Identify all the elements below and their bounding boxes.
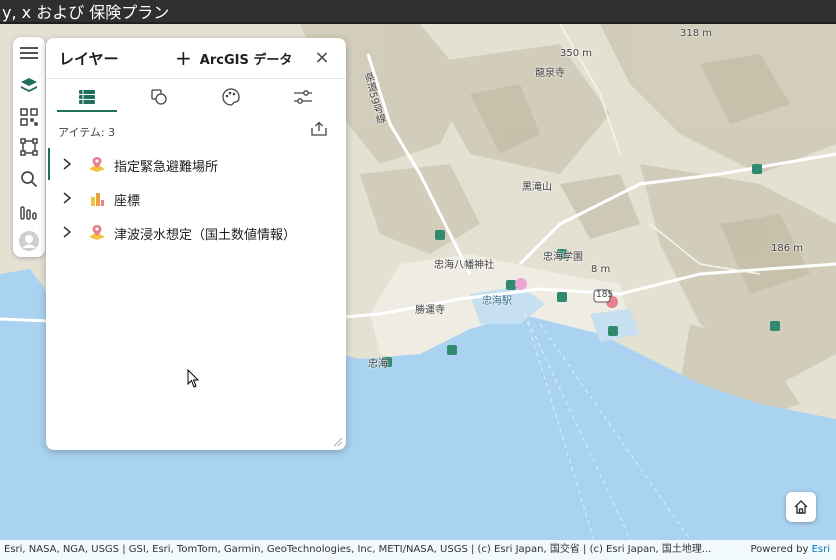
add-arcgis-data-button[interactable]: + ArcGIS データ xyxy=(175,46,292,70)
export-icon[interactable] xyxy=(310,121,328,139)
map-label-elev-186: 186 m xyxy=(771,243,804,254)
map-label-town: 忠海 xyxy=(368,359,388,370)
chart-layer-icon xyxy=(91,193,104,206)
layer-label: 津波浸水想定（国土数値情報） xyxy=(114,228,297,243)
palette-icon xyxy=(222,88,240,106)
hamburger-menu-icon[interactable] xyxy=(17,41,41,65)
point-layer-icon xyxy=(89,157,105,172)
powered-by-prefix: Powered by xyxy=(750,544,812,555)
mouse-cursor-icon xyxy=(187,369,200,388)
map-label-elev-318: 318 m xyxy=(680,28,713,39)
map-label-mt-kurotaki: 黒滝山 xyxy=(522,182,552,193)
layers-icon[interactable] xyxy=(17,73,41,97)
window-title-bar: y, x および 保険プラン xyxy=(0,0,836,24)
active-tab-indicator xyxy=(57,110,117,112)
tab-settings[interactable] xyxy=(273,82,333,112)
search-icon[interactable] xyxy=(17,167,41,191)
qr-code-icon[interactable] xyxy=(17,105,41,129)
tab-style[interactable] xyxy=(201,82,261,112)
point-layer-icon xyxy=(89,225,105,240)
map-label-elev-350: 350 m xyxy=(560,48,593,59)
chart-icon[interactable] xyxy=(17,199,41,223)
items-count: アイテム: 3 xyxy=(58,126,116,139)
attribution-text[interactable]: Esri, NASA, NGA, USGS | GSI, Esri, TomTo… xyxy=(4,540,724,560)
resize-handle[interactable] xyxy=(333,437,343,447)
layer-item-shelters[interactable]: 指定緊急避難場所 xyxy=(46,148,346,180)
map-attribution: Esri, NASA, NGA, USGS | GSI, Esri, TomTo… xyxy=(0,540,836,560)
table-list-icon xyxy=(79,90,95,104)
map-label-station: 忠海駅 xyxy=(482,296,512,307)
map-label-temple-ryusen: 龍泉寺 xyxy=(535,68,565,79)
map-label-shrine: 忠海八幡神社 xyxy=(434,260,494,271)
map-label-school: 忠海学園 xyxy=(543,252,583,263)
shapes-icon xyxy=(151,89,167,105)
panel-title: レイヤー xyxy=(59,50,119,68)
user-avatar-icon[interactable] xyxy=(17,229,41,253)
close-icon[interactable]: × xyxy=(312,48,332,68)
map-label-route-185: 185 xyxy=(596,290,614,300)
home-icon xyxy=(794,500,808,514)
header-divider xyxy=(46,78,346,79)
home-button[interactable] xyxy=(786,492,816,522)
window-title: y, x および 保険プラン xyxy=(2,3,170,22)
add-data-label: ArcGIS データ xyxy=(199,52,293,68)
powered-by: Powered by Esri xyxy=(750,540,830,560)
layer-item-coordinates[interactable]: 座標 xyxy=(46,182,346,214)
tab-layer-list[interactable] xyxy=(57,82,117,112)
select-area-icon[interactable] xyxy=(17,135,41,159)
sliders-icon xyxy=(294,90,312,104)
chevron-right-icon[interactable] xyxy=(61,157,73,171)
map-label-temple-shoun: 勝運寺 xyxy=(415,305,445,316)
plus-icon: + xyxy=(175,46,192,70)
left-toolbar xyxy=(13,37,45,257)
tab-basemap[interactable] xyxy=(129,82,189,112)
panel-header: レイヤー + ArcGIS データ × xyxy=(46,38,346,78)
esri-link[interactable]: Esri xyxy=(812,544,830,555)
layer-label: 座標 xyxy=(114,194,141,209)
chevron-right-icon[interactable] xyxy=(61,225,73,239)
chevron-right-icon[interactable] xyxy=(61,191,73,205)
layer-item-tsunami[interactable]: 津波浸水想定（国土数値情報） xyxy=(46,216,346,248)
map-label-elev-8: 8 m xyxy=(591,264,611,275)
layer-label: 指定緊急避難場所 xyxy=(114,160,219,175)
